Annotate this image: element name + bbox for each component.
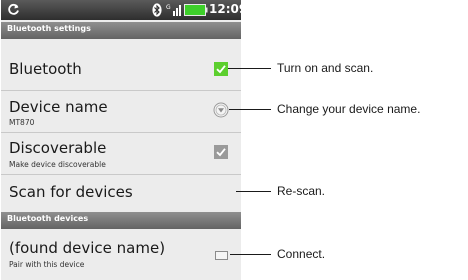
callout-leader-line	[236, 191, 271, 192]
section-header-bluetooth-settings: Bluetooth settings	[1, 22, 241, 39]
bluetooth-checkbox[interactable]	[214, 62, 228, 76]
found-device-item[interactable]: (found device name) Pair with this devic…	[1, 229, 241, 280]
bluetooth-icon	[152, 3, 162, 17]
battery-icon	[184, 4, 208, 16]
callout-change-name: Change your device name.	[277, 102, 421, 116]
section-header-label: Bluetooth devices	[7, 214, 89, 223]
refresh-icon	[8, 3, 19, 15]
found-device-summary: Pair with this device	[9, 260, 85, 269]
section-header-bluetooth-devices: Bluetooth devices	[1, 212, 241, 229]
callout-leader-line	[230, 254, 271, 255]
discoverable-summary: Make device discoverable	[9, 160, 106, 169]
callout-connect: Connect.	[277, 247, 326, 261]
discoverable-checkbox[interactable]	[214, 145, 228, 159]
device-icon	[215, 251, 228, 260]
setting-discoverable-label: Discoverable	[9, 139, 107, 157]
chevron-down-icon[interactable]	[213, 102, 229, 118]
callout-rescan: Re-scan.	[277, 184, 326, 198]
phone-screen: G 12:09 Bluetooth settings Bluetooth Dev…	[1, 0, 241, 280]
callout-leader-line	[228, 68, 271, 69]
svg-text:G: G	[166, 4, 171, 11]
setting-device-name[interactable]: Device name MT870	[1, 90, 241, 133]
status-bar: G 12:09	[1, 0, 241, 20]
setting-device-name-label: Device name	[9, 98, 108, 116]
setting-bluetooth[interactable]: Bluetooth	[1, 50, 241, 91]
scan-label: Scan for devices	[9, 183, 133, 201]
callout-leader-line	[229, 109, 271, 110]
signal-icon: G	[166, 4, 181, 16]
device-name-value: MT870	[9, 118, 35, 127]
setting-bluetooth-label: Bluetooth	[9, 60, 82, 78]
setting-scan-for-devices[interactable]: Scan for devices	[1, 174, 241, 210]
section-header-label: Bluetooth settings	[7, 24, 91, 33]
callout-turn-on: Turn on and scan.	[277, 61, 374, 75]
setting-discoverable[interactable]: Discoverable Make device discoverable	[1, 132, 241, 175]
found-device-label: (found device name)	[9, 239, 166, 257]
clock: 12:09	[209, 2, 241, 16]
